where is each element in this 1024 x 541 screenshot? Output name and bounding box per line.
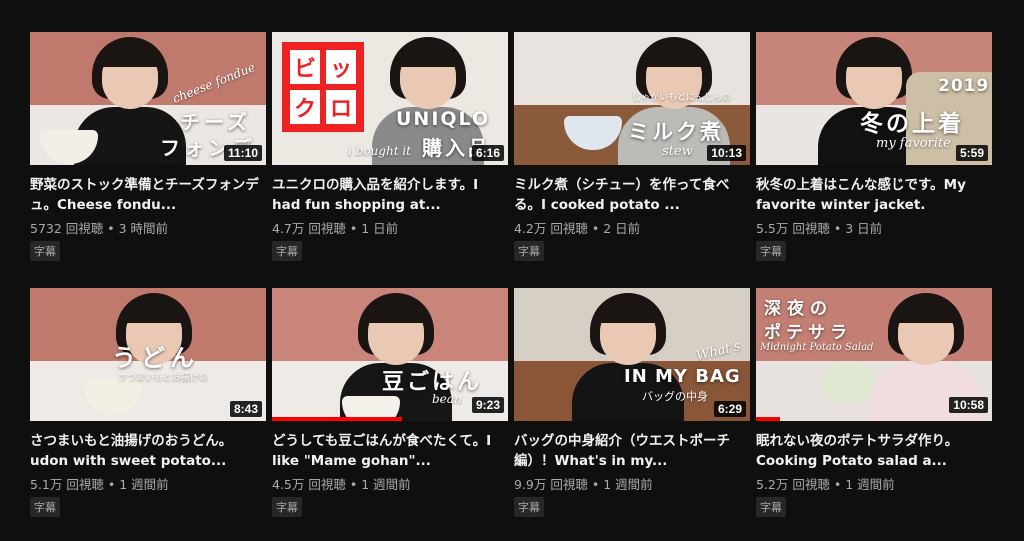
video-thumbnail[interactable]: うどん さつまいもとお揚げの 8:43: [30, 288, 266, 421]
upload-age: 1 日前: [361, 221, 399, 236]
duration-badge: 10:13: [707, 145, 746, 161]
view-count: 5.5万 回視聴: [756, 221, 830, 236]
thumbnail-title-line1: チーズ: [180, 110, 251, 134]
view-count: 4.2万 回視聴: [514, 221, 588, 236]
video-thumbnail[interactable]: じゃがいもとにんじんの ミルク煮 stew 10:13: [514, 32, 750, 165]
thumbnail-title-line2: ポテサラ: [764, 323, 852, 343]
thumbnail-title-line1: うどん: [112, 344, 199, 372]
video-thumbnail[interactable]: 豆ごはん bean 9:23: [272, 288, 508, 421]
duration-badge: 8:43: [229, 401, 262, 417]
video-thumbnail[interactable]: What's IN MY BAG バッグの中身 6:29: [514, 288, 750, 421]
video-meta: 4.2万 回視聴 • 2 日前: [514, 221, 641, 236]
video-title[interactable]: ミルク煮（シチュー）を作って食べる。I cooked potato ...: [514, 175, 750, 215]
thumbnail-title-line1: 深夜の: [764, 299, 833, 319]
upload-age: 1 週間前: [361, 477, 411, 492]
video-meta: 4.7万 回視聴 • 1 日前: [272, 221, 399, 236]
video-title[interactable]: どうしても豆ごはんが食べたくて。I like "Mame gohan"...: [272, 431, 508, 471]
subtitles-badge: 字幕: [30, 497, 60, 517]
video-meta: 5.5万 回視聴 • 3 日前: [756, 221, 883, 236]
upload-age: 1 週間前: [119, 477, 169, 492]
thumbnail-script-text: my favorite: [876, 136, 951, 151]
video-card[interactable]: What's IN MY BAG バッグの中身 6:29 バッグの中身紹介（ウエ…: [514, 288, 750, 517]
video-grid: cheese fondue チーズ フォンデ 11:10 野菜のストック準備とチ…: [0, 0, 1024, 541]
video-title[interactable]: 眠れない夜のポテトサラダ作り。Cooking Potato salad a...: [756, 431, 992, 471]
video-card[interactable]: ビ ッ ク ロ UNIQLO 購入品 i bought it 6:16 ユニクロ…: [272, 32, 508, 261]
thumbnail-year: 2019: [938, 76, 990, 96]
subtitles-badge: 字幕: [756, 497, 786, 517]
thumbnail-title-line2: バッグの中身: [642, 390, 708, 403]
duration-badge: 11:10: [223, 145, 262, 161]
salad-bowl-icon: [822, 362, 874, 402]
thumbnail-script-text: i bought it: [348, 144, 411, 158]
subtitles-badge: 字幕: [30, 241, 60, 261]
thumbnail-title-line1: 冬の上着: [860, 111, 964, 137]
video-thumbnail[interactable]: 深夜の ポテサラ Midnight Potato Salad 10:58: [756, 288, 992, 421]
video-card[interactable]: じゃがいもとにんじんの ミルク煮 stew 10:13 ミルク煮（シチュー）を作…: [514, 32, 750, 261]
video-title[interactable]: ユニクロの購入品を紹介します。I had fun shopping at...: [272, 175, 508, 215]
subtitles-badge: 字幕: [514, 497, 544, 517]
view-count: 5732 回視聴: [30, 221, 104, 236]
video-title[interactable]: さつまいもと油揚げのおうどん。udon with sweet potato...: [30, 431, 266, 471]
video-thumbnail[interactable]: ビ ッ ク ロ UNIQLO 購入品 i bought it 6:16: [272, 32, 508, 165]
upload-age: 3 日前: [845, 221, 883, 236]
thumbnail-title-line1: UNIQLO: [396, 108, 491, 130]
video-card[interactable]: うどん さつまいもとお揚げの 8:43 さつまいもと油揚げのおうどん。udon …: [30, 288, 266, 517]
subtitles-badge: 字幕: [272, 497, 302, 517]
view-count: 9.9万 回視聴: [514, 477, 588, 492]
duration-badge: 5:59: [955, 145, 988, 161]
thumbnail-script-text: stew: [662, 144, 693, 159]
video-card[interactable]: cheese fondue チーズ フォンデ 11:10 野菜のストック準備とチ…: [30, 32, 266, 261]
view-count: 4.7万 回視聴: [272, 221, 346, 236]
view-count: 4.5万 回視聴: [272, 477, 346, 492]
video-meta: 5732 回視聴 • 3 時間前: [30, 221, 169, 236]
view-count: 5.2万 回視聴: [756, 477, 830, 492]
video-title[interactable]: 秋冬の上着はこんな感じです。My favorite winter jacket.: [756, 175, 992, 215]
thumbnail-title-line1: ミルク煮: [628, 120, 724, 144]
video-title[interactable]: バッグの中身紹介（ウエストポーチ編）！What's in my...: [514, 431, 750, 471]
view-count: 5.1万 回視聴: [30, 477, 104, 492]
upload-age: 2 日前: [603, 221, 641, 236]
thumbnail-script-text: bean: [432, 392, 462, 406]
duration-badge: 6:29: [713, 401, 746, 417]
video-meta: 5.2万 回視聴 • 1 週間前: [756, 477, 895, 492]
video-thumbnail[interactable]: cheese fondue チーズ フォンデ 11:10: [30, 32, 266, 165]
duration-badge: 6:16: [471, 145, 504, 161]
duration-badge: 10:58: [949, 397, 988, 413]
watch-progress-bar: [756, 417, 780, 421]
watch-progress-bar: [272, 417, 402, 421]
video-card[interactable]: 豆ごはん bean 9:23 どうしても豆ごはんが食べたくて。I like "M…: [272, 288, 508, 517]
thumbnail-small-text: じゃがいもとにんじんの: [632, 93, 731, 103]
video-card[interactable]: 2019 冬の上着 my favorite 5:59 秋冬の上着はこんな感じです…: [756, 32, 992, 261]
video-meta: 5.1万 回視聴 • 1 週間前: [30, 477, 169, 492]
subtitles-badge: 字幕: [514, 241, 544, 261]
video-thumbnail[interactable]: 2019 冬の上着 my favorite 5:59: [756, 32, 992, 165]
video-card[interactable]: 深夜の ポテサラ Midnight Potato Salad 10:58 眠れな…: [756, 288, 992, 517]
upload-age: 3 時間前: [118, 221, 169, 236]
subtitles-badge: 字幕: [272, 241, 302, 261]
video-meta: 4.5万 回視聴 • 1 週間前: [272, 477, 411, 492]
duration-badge: 9:23: [471, 397, 504, 413]
video-title[interactable]: 野菜のストック準備とチーズフォンデュ。Cheese fondu...: [30, 175, 266, 215]
uniqlo-logo: ビ ッ ク ロ: [282, 42, 364, 132]
video-meta: 9.9万 回視聴 • 1 週間前: [514, 477, 653, 492]
thumbnail-title-line1: IN MY BAG: [624, 366, 741, 387]
subtitles-badge: 字幕: [756, 241, 786, 261]
thumbnail-script-text: Midnight Potato Salad: [760, 342, 874, 353]
upload-age: 1 週間前: [845, 477, 895, 492]
upload-age: 1 週間前: [603, 477, 653, 492]
thumbnail-small-text: さつまいもとお揚げの: [118, 373, 208, 383]
